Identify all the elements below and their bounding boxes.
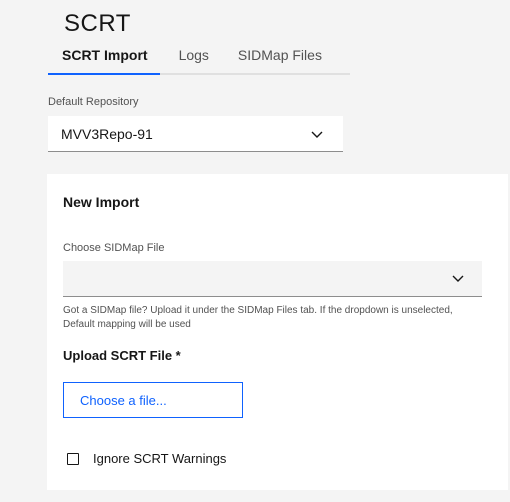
ignore-warnings-checkbox[interactable] (67, 452, 79, 465)
upload-scrt-title: Upload SCRT File * (63, 348, 181, 363)
tab-logs[interactable]: Logs (179, 47, 209, 73)
page-title: SCRT (64, 10, 131, 37)
choose-file-label: Choose a file... (80, 393, 167, 408)
sidmap-file-label: Choose SIDMap File (63, 242, 165, 254)
choose-file-button[interactable]: Choose a file... (63, 382, 243, 418)
new-import-panel: New Import Choose SIDMap File Got a SIDM… (47, 174, 508, 490)
default-repository-label: Default Repository (48, 96, 139, 108)
sidmap-helper-text: Got a SIDMap file? Upload it under the S… (63, 305, 453, 330)
ignore-warnings-row[interactable]: Ignore SCRT Warnings (67, 451, 226, 466)
chevron-down-icon (452, 275, 464, 282)
tab-bar: SCRT Import Logs SIDMap Files (48, 47, 350, 75)
default-repository-value: MVV3Repo-91 (61, 126, 153, 142)
default-repository-select[interactable]: MVV3Repo-91 (48, 116, 343, 152)
sidmap-file-select[interactable] (63, 261, 482, 297)
new-import-title: New Import (63, 194, 140, 210)
tab-sidmap-files[interactable]: SIDMap Files (238, 47, 322, 73)
ignore-warnings-label[interactable]: Ignore SCRT Warnings (93, 451, 226, 466)
chevron-down-icon (311, 131, 323, 138)
tab-scrt-import[interactable]: SCRT Import (48, 47, 160, 75)
